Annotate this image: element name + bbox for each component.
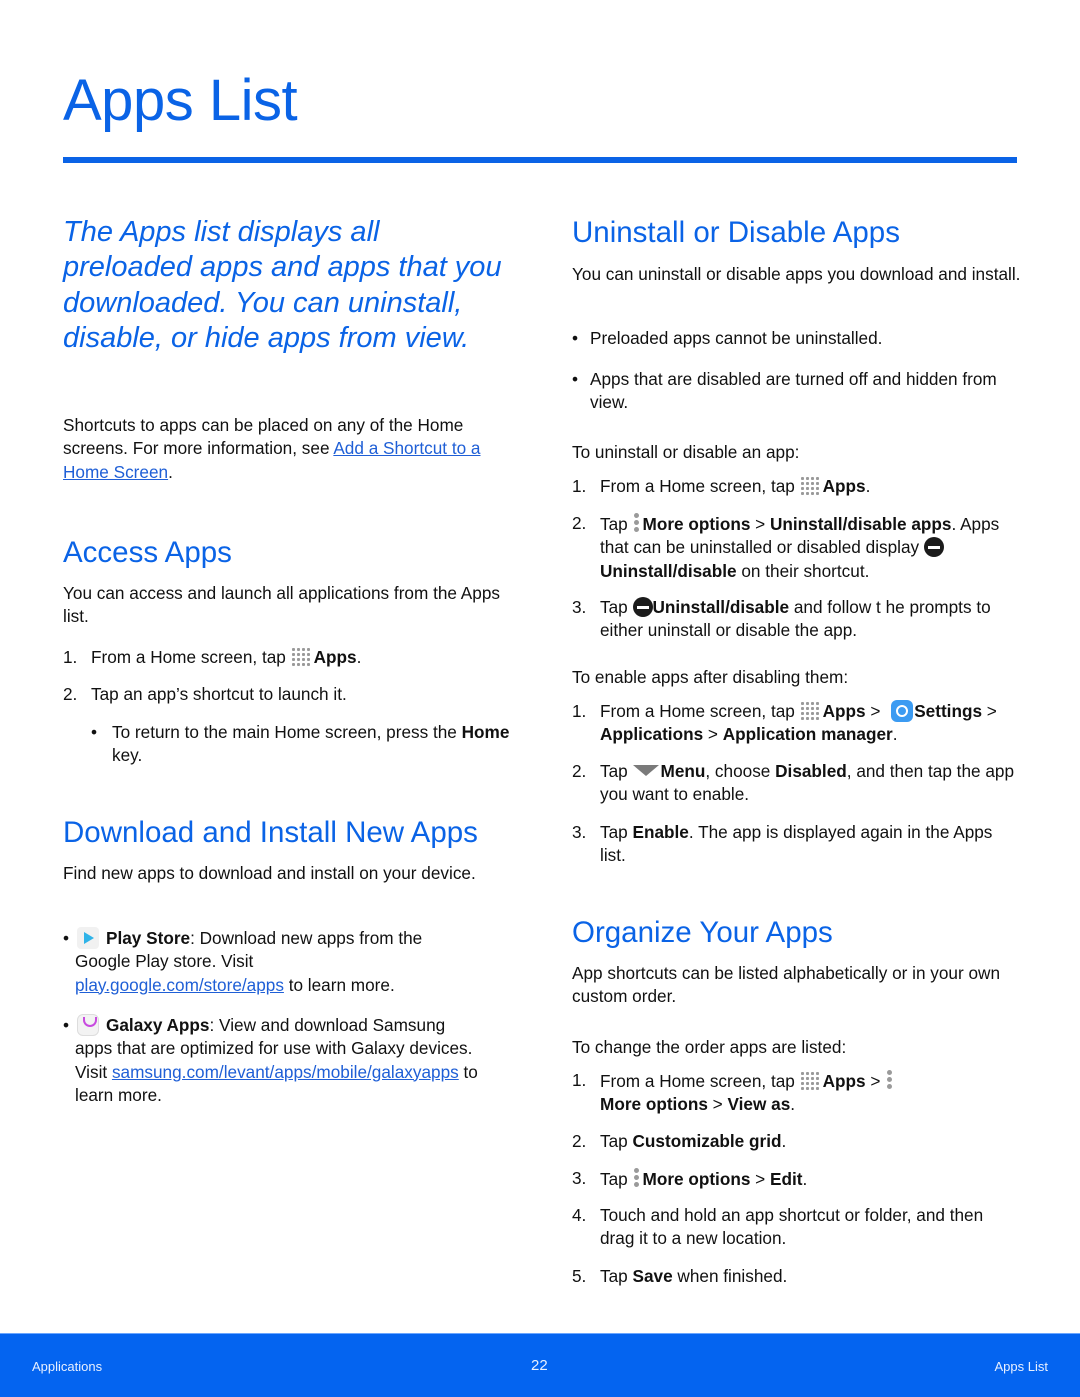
enable-intro: To enable apps after disabling them: xyxy=(572,667,849,687)
list-item: 3. Tap Enable. The app is displayed agai… xyxy=(572,822,993,866)
list-item: 2. Tap an app’s shortcut to launch it. xyxy=(63,684,347,704)
shortcuts-paragraph: Shortcuts to apps can be placed on any o… xyxy=(63,415,481,482)
bullet: • xyxy=(63,1015,70,1035)
bullet: • xyxy=(572,369,579,389)
apps-grid-icon xyxy=(800,1071,822,1091)
list-item: 3. Tap More options > Edit. xyxy=(572,1167,808,1189)
uninstall-disable-icon xyxy=(923,537,944,558)
apps-grid-icon xyxy=(291,647,313,667)
page-title: Apps List xyxy=(63,68,298,133)
page-footer: Applications 22 Apps List xyxy=(0,1333,1080,1397)
heading-uninstall-apps: Uninstall or Disable Apps xyxy=(572,216,900,249)
play-store-icon xyxy=(77,927,99,949)
apps-grid-icon xyxy=(800,476,822,496)
footer-section: Applications xyxy=(32,1359,103,1374)
access-body: You can access and launch all applicatio… xyxy=(63,583,500,627)
list-item: 5. Tap Save when finished. xyxy=(572,1266,788,1286)
list-item: 2. Tap More options > Uninstall/disable … xyxy=(572,512,1000,581)
list-item: 2. Tap Customizable grid. xyxy=(572,1131,787,1151)
list-item: 1. From a Home screen, tap Apps. xyxy=(63,647,362,667)
heading-download-apps: Download and Install New Apps xyxy=(63,816,478,849)
list-item: • To return to the main Home screen, pre… xyxy=(91,722,510,766)
list-item: 1. From a Home screen, tap Apps > Settin… xyxy=(572,700,997,745)
galaxy-apps-link[interactable]: samsung.com/levant/apps/mobile/galaxyapp… xyxy=(112,1062,459,1082)
footer-chapter: Apps List xyxy=(994,1359,1048,1374)
list-item: • Play Store: Download new apps from the… xyxy=(63,927,423,995)
intro-text: The Apps list displays all preloaded app… xyxy=(63,216,502,354)
list-item: 1. From a Home screen, tap Apps. xyxy=(572,476,871,496)
download-body: Find new apps to download and install on… xyxy=(63,863,476,883)
footer-page-number: 22 xyxy=(531,1357,548,1374)
galaxy-apps-icon xyxy=(77,1014,99,1036)
heading-access-apps: Access Apps xyxy=(63,536,232,569)
uninstall-disable-icon xyxy=(632,597,653,617)
organize-intro: To change the order apps are listed: xyxy=(572,1037,847,1057)
bullet: • xyxy=(63,928,70,948)
menu-dropdown-icon xyxy=(632,765,659,776)
list-item: 4. Touch and hold an app shortcut or fol… xyxy=(572,1205,984,1249)
uninstall-body: You can uninstall or disable apps you do… xyxy=(572,264,1021,284)
title-divider xyxy=(63,157,1017,163)
apps-grid-icon xyxy=(800,701,822,721)
list-item: • Apps that are disabled are turned off … xyxy=(572,369,997,413)
more-options-icon xyxy=(633,512,641,534)
list-item: • Galaxy Apps: View and download Samsung… xyxy=(63,1014,478,1105)
list-item: 3. Tap Uninstall/disable and follow t he… xyxy=(572,597,991,641)
play-store-link[interactable]: play.google.com/store/apps xyxy=(75,975,284,995)
bullet: • xyxy=(572,328,579,348)
uninstall-intro: To uninstall or disable an app: xyxy=(572,442,800,462)
heading-organize-apps: Organize Your Apps xyxy=(572,916,833,949)
organize-body: App shortcuts can be listed alphabetical… xyxy=(572,963,1001,1007)
bullet: • xyxy=(91,722,98,742)
more-options-icon xyxy=(633,1167,641,1189)
settings-icon xyxy=(891,700,914,722)
list-item: • Preloaded apps cannot be uninstalled. xyxy=(572,327,1022,351)
list-item: 2. Tap Menu, choose Disabled, and then t… xyxy=(572,761,1015,805)
list-item: 1. From a Home screen, tap Apps > More o… xyxy=(572,1069,1022,1117)
more-options-icon xyxy=(885,1069,893,1091)
